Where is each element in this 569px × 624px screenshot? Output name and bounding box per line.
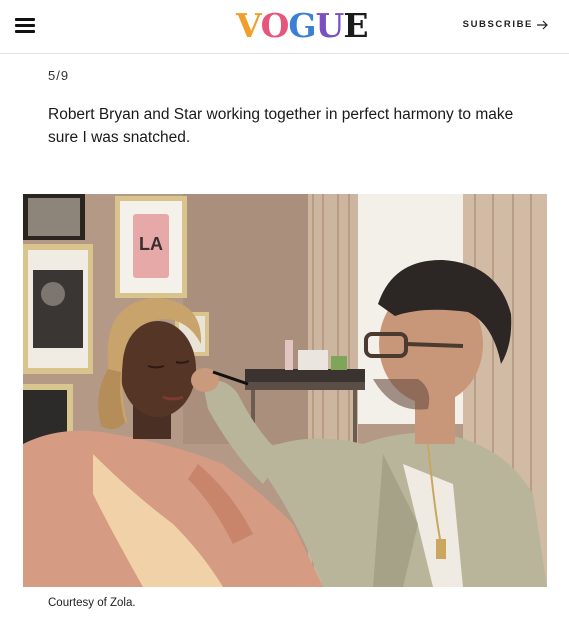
subscribe-link[interactable]: SUBSCRIBE — [463, 19, 549, 30]
logo-letter: E — [343, 6, 368, 45]
arrow-right-icon — [537, 20, 548, 29]
site-header: V O G U E SUBSCRIBE — [0, 0, 569, 54]
hamburger-menu-icon[interactable] — [15, 16, 37, 34]
photo-makeup-scene-icon: LA — [23, 194, 547, 587]
logo-letter: O — [260, 6, 290, 45]
logo-letter: V — [236, 6, 262, 45]
logo-letter: G — [288, 6, 316, 45]
logo-letter: U — [315, 6, 345, 45]
la-sign-text: LA — [139, 234, 163, 254]
slide-photo: LA — [23, 194, 547, 587]
slide-counter: 5/9 — [48, 68, 70, 83]
vogue-logo[interactable]: V O G U E — [236, 6, 368, 46]
photo-credit: Courtesy of Zola. — [48, 597, 136, 609]
subscribe-label: SUBSCRIBE — [462, 19, 533, 30]
slide-caption: Robert Bryan and Star working together i… — [48, 106, 514, 146]
